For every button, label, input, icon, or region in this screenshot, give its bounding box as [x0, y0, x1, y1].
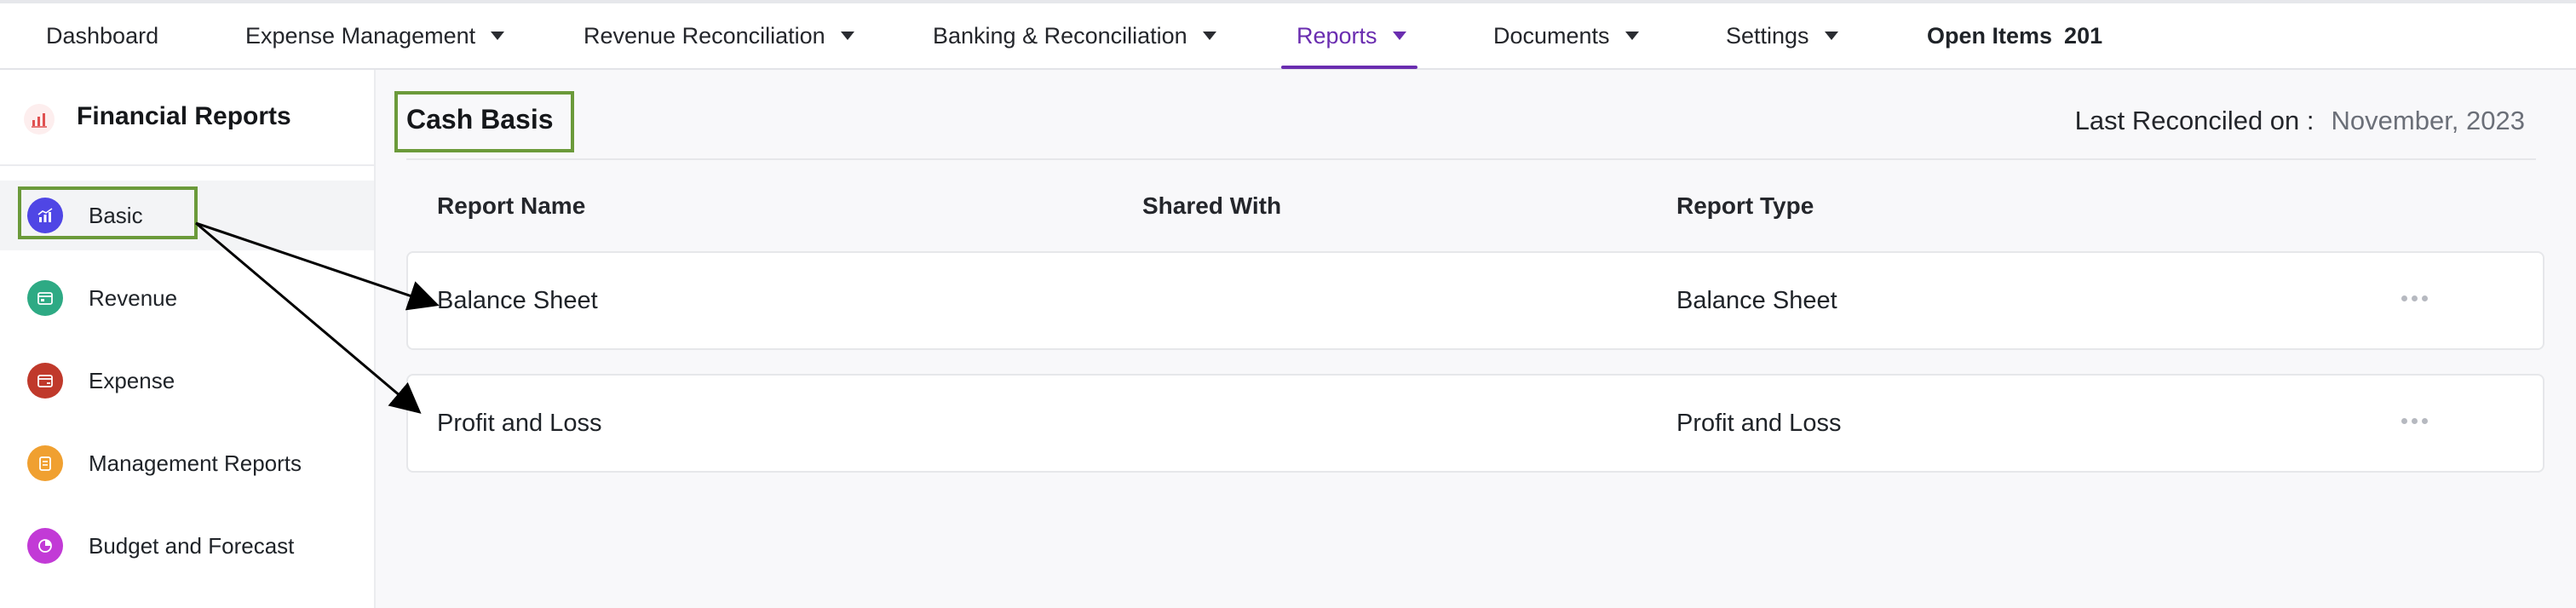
nav-reports[interactable]: Reports: [1297, 3, 1406, 68]
sidebar-item-expense[interactable]: Expense: [0, 346, 374, 416]
nav-label: Dashboard: [46, 22, 159, 49]
expense-icon: [27, 363, 63, 399]
column-header-report-type[interactable]: Report Type: [1676, 192, 1814, 220]
highlight-box-basic: [18, 186, 198, 239]
column-header-shared-with[interactable]: Shared With: [1142, 192, 1281, 220]
nav-label: Revenue Reconciliation: [584, 22, 825, 49]
chevron-down-icon: [1624, 32, 1639, 40]
nav-settings[interactable]: Settings: [1726, 3, 1838, 68]
sidebar-item-label: Management Reports: [89, 450, 302, 476]
nav-open-items[interactable]: Open Items 201: [1927, 3, 2102, 68]
nav-revenue-reconciliation[interactable]: Revenue Reconciliation: [584, 3, 854, 68]
chevron-down-icon: [491, 32, 505, 40]
highlight-box-title: [394, 91, 574, 152]
more-options-icon[interactable]: [2401, 295, 2428, 301]
last-reconciled-value: November, 2023: [2331, 106, 2525, 135]
nav-label: Reports: [1297, 22, 1377, 49]
table-row[interactable]: Balance Sheet Balance Sheet: [406, 251, 2544, 350]
sidebar-item-budget-forecast[interactable]: Budget and Forecast: [0, 511, 374, 581]
report-name-cell[interactable]: Balance Sheet: [437, 253, 598, 348]
report-type-cell: Balance Sheet: [1676, 286, 1837, 314]
clipboard-icon: [27, 445, 63, 481]
nav-documents[interactable]: Documents: [1493, 3, 1639, 68]
sidebar: Financial Reports Basic Revenue Expense …: [0, 70, 376, 608]
nav-label: Expense Management: [245, 22, 476, 49]
nav-label: Documents: [1493, 22, 1610, 49]
chevron-down-icon: [840, 32, 854, 40]
report-type-cell: Profit and Loss: [1676, 409, 1842, 437]
last-reconciled: Last Reconciled on : November, 2023: [2075, 106, 2525, 136]
chevron-down-icon: [1202, 32, 1216, 40]
nav-label: Banking & Reconciliation: [933, 22, 1187, 49]
financial-reports-logo-icon: [24, 104, 55, 135]
sidebar-item-label: Revenue: [89, 284, 178, 311]
pie-icon: [27, 528, 63, 564]
sidebar-item-management-reports[interactable]: Management Reports: [0, 428, 374, 498]
last-reconciled-label: Last Reconciled on :: [2074, 106, 2314, 135]
active-tab-indicator: [1281, 66, 1417, 69]
sidebar-title: Financial Reports: [77, 102, 291, 130]
open-items-label: Open Items: [1927, 22, 2053, 49]
sidebar-item-revenue[interactable]: Revenue: [0, 263, 374, 333]
chevron-down-icon: [1392, 32, 1406, 40]
sidebar-header: Financial Reports: [0, 70, 374, 166]
sidebar-item-label: Budget and Forecast: [89, 532, 295, 559]
divider: [406, 158, 2536, 160]
nav-label: Settings: [1726, 22, 1809, 49]
nav-expense-management[interactable]: Expense Management: [245, 3, 505, 68]
report-name-cell[interactable]: Profit and Loss: [437, 376, 601, 471]
open-items-count: 201: [2064, 22, 2103, 49]
table-row[interactable]: Profit and Loss Profit and Loss: [406, 374, 2544, 473]
column-header-report-name[interactable]: Report Name: [437, 192, 585, 220]
sidebar-item-label: Expense: [89, 367, 175, 393]
chevron-down-icon: [1824, 32, 1838, 40]
revenue-icon: [27, 280, 63, 316]
nav-dashboard[interactable]: Dashboard: [46, 3, 158, 68]
nav-banking-reconciliation[interactable]: Banking & Reconciliation: [933, 3, 1216, 68]
top-navigation: Dashboard Expense Management Revenue Rec…: [0, 0, 2576, 70]
main-content: Cash Basis Last Reconciled on : November,…: [376, 70, 2576, 608]
more-options-icon[interactable]: [2401, 418, 2428, 424]
